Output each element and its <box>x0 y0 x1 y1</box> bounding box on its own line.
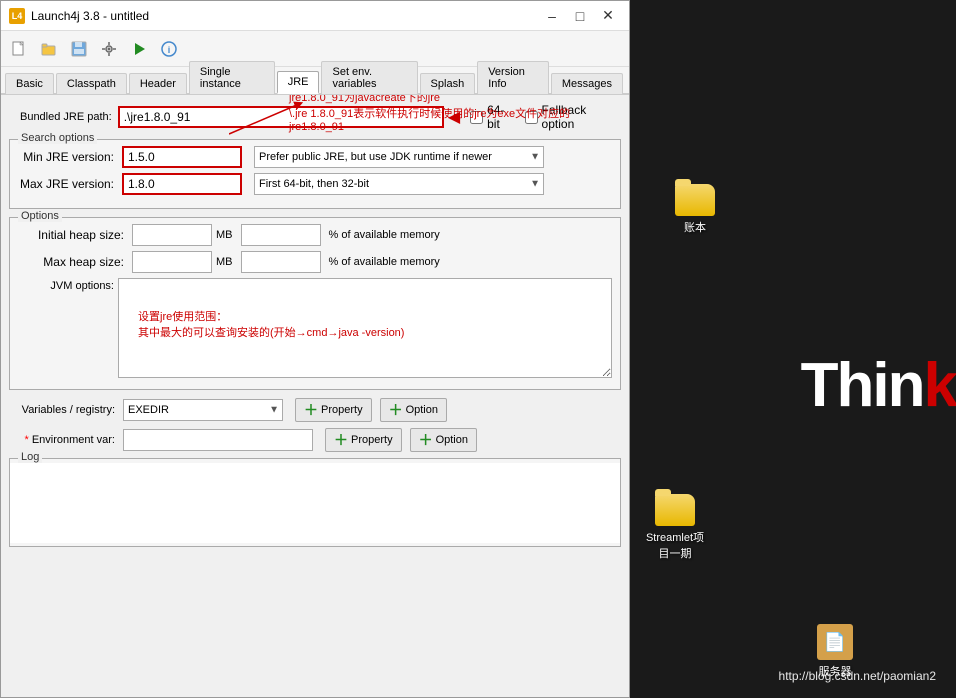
jvm-options-textarea[interactable] <box>118 278 612 378</box>
required-star: * <box>25 434 29 446</box>
close-button[interactable]: ✕ <box>595 5 621 27</box>
initial-heap-row: Initial heap size: MB % of available mem… <box>18 224 612 246</box>
option-button-2[interactable]: ＋ Option <box>410 428 477 452</box>
save-icon <box>71 41 87 57</box>
tab-header[interactable]: Header <box>129 73 187 94</box>
initial-heap-input[interactable] <box>132 224 212 246</box>
variables-registry-label: Variables / registry: <box>9 404 119 416</box>
max-jre-label: Max JRE version: <box>18 177 118 191</box>
search-options-label: Search options <box>18 132 97 144</box>
thinkpad-watermark: Think <box>801 350 956 421</box>
option-button-1[interactable]: ＋ Option <box>380 398 447 422</box>
variables-select[interactable]: EXEDIR EXEFILE EXEDIR_JRE EXEFILE_JRE <box>123 399 283 421</box>
property-btn-label-2: Property <box>351 434 393 446</box>
max-mb-label: MB <box>216 256 233 268</box>
bit-order-select[interactable]: First 64-bit, then 32-bit First 32-bit, … <box>254 173 544 195</box>
tab-basic[interactable]: Basic <box>5 73 54 94</box>
tab-splash[interactable]: Splash <box>420 73 476 94</box>
main-window: L4 Launch4j 3.8 - untitled ‒ □ ✕ <box>0 0 630 698</box>
info-button[interactable]: i <box>155 35 183 63</box>
max-pct-label: % of available memory <box>329 256 440 268</box>
info-icon: i <box>161 41 177 57</box>
options-section-label: Options <box>18 210 62 222</box>
plus-icon-option-1: ＋ <box>389 400 403 420</box>
tab-bar: Basic Classpath Header Single instance J… <box>1 67 629 95</box>
new-icon <box>11 41 27 57</box>
jvm-options-row: JVM options: 设置jre使用范围： 其中最大的可以查询安装的(开始→… <box>18 278 612 381</box>
window-controls: ‒ □ ✕ <box>539 5 621 27</box>
desktop-icon-accounts[interactable]: 账本 <box>660 180 730 239</box>
desktop-icon-accounts-label: 账本 <box>684 219 706 235</box>
folder-icon <box>675 184 715 216</box>
jvm-options-label: JVM options: <box>18 278 118 292</box>
save-button[interactable] <box>65 35 93 63</box>
annotation-note1: jre1.8.0_91为javacreate下的jre \.jre 1.8.0_… <box>289 95 609 133</box>
plus-icon-property-1: ＋ <box>304 400 318 420</box>
run-icon <box>131 41 147 57</box>
min-jre-label: Min JRE version: <box>18 150 118 164</box>
log-textarea[interactable] <box>10 463 620 543</box>
tab-jre[interactable]: JRE <box>277 71 320 94</box>
property-button-2[interactable]: ＋ Property <box>325 428 402 452</box>
env-var-label: Environment var: <box>32 434 115 446</box>
open-icon <box>41 41 57 57</box>
env-var-input[interactable] <box>123 429 313 451</box>
run-button[interactable] <box>125 35 153 63</box>
initial-heap-label: Initial heap size: <box>18 228 128 242</box>
desktop-icon-streamlet-label: Streamlet项目一期 <box>646 529 704 561</box>
settings-button[interactable] <box>95 35 123 63</box>
tab-single-instance[interactable]: Single instance <box>189 61 275 94</box>
max-heap-label: Max heap size: <box>18 255 128 269</box>
log-section: Log <box>9 458 621 547</box>
maximize-button[interactable]: □ <box>567 5 593 27</box>
bit-order-select-wrapper: First 64-bit, then 32-bit First 32-bit, … <box>254 173 612 195</box>
property-btn-label-1: Property <box>321 404 363 416</box>
plus-icon-option-2: ＋ <box>419 430 433 450</box>
open-button[interactable] <box>35 35 63 63</box>
minimize-button[interactable]: ‒ <box>539 5 565 27</box>
initial-pct-input[interactable] <box>241 224 321 246</box>
app-icon: L4 <box>9 8 25 24</box>
option-btn-label-1: Option <box>406 404 438 416</box>
variables-select-wrapper: EXEDIR EXEFILE EXEDIR_JRE EXEFILE_JRE ▼ <box>123 399 283 421</box>
folder-icon-2 <box>655 494 695 526</box>
svg-text:i: i <box>168 45 171 55</box>
settings-icon <box>101 41 117 57</box>
options-section: Options Initial heap size: MB % of avail… <box>9 217 621 390</box>
initial-pct-label: % of available memory <box>329 229 440 241</box>
variables-registry-row: Variables / registry: EXEDIR EXEFILE EXE… <box>9 398 621 422</box>
max-jre-row: Max JRE version: First 64-bit, then 32-b… <box>18 173 612 195</box>
max-heap-input[interactable] <box>132 251 212 273</box>
max-jre-input[interactable] <box>122 173 242 195</box>
option-btn-label-2: Option <box>436 434 468 446</box>
desktop-icon-streamlet[interactable]: Streamlet项目一期 <box>640 490 710 565</box>
prefer-select-wrapper: Prefer public JRE, but use JDK runtime i… <box>254 146 612 168</box>
title-bar: L4 Launch4j 3.8 - untitled ‒ □ ✕ <box>1 1 629 31</box>
tab-messages[interactable]: Messages <box>551 73 623 94</box>
new-button[interactable] <box>5 35 33 63</box>
max-pct-input[interactable] <box>241 251 321 273</box>
prefer-select-container: Prefer public JRE, but use JDK runtime i… <box>254 146 544 168</box>
jvm-options-container: 设置jre使用范围： 其中最大的可以查询安装的(开始→cmd→java -ver… <box>118 278 612 381</box>
tab-version-info[interactable]: Version Info <box>477 61 549 94</box>
prefer-select[interactable]: Prefer public JRE, but use JDK runtime i… <box>254 146 544 168</box>
initial-mb-label: MB <box>216 229 233 241</box>
plus-icon-property-2: ＋ <box>334 430 348 450</box>
min-jre-input[interactable] <box>122 146 242 168</box>
tab-classpath[interactable]: Classpath <box>56 73 127 94</box>
max-heap-row: Max heap size: MB % of available memory <box>18 251 612 273</box>
tab-set-env[interactable]: Set env. variables <box>321 61 417 94</box>
bit-order-select-container: First 64-bit, then 32-bit First 32-bit, … <box>254 173 544 195</box>
env-var-label-container: * Environment var: <box>9 434 119 446</box>
jre-content: Bundled JRE path: ◀ 64-bit Fallback opti… <box>1 95 629 697</box>
property-button-1[interactable]: ＋ Property <box>295 398 372 422</box>
min-jre-row: Min JRE version: Prefer public JRE, but … <box>18 146 612 168</box>
window-title: Launch4j 3.8 - untitled <box>31 9 539 23</box>
url-watermark: http://blog.csdn.net/paomian2 <box>779 669 936 683</box>
log-label: Log <box>18 451 42 463</box>
bundled-jre-label: Bundled JRE path: <box>9 111 118 123</box>
env-var-row: * Environment var: ＋ Property ＋ Option <box>9 428 621 452</box>
search-options-section: Search options Min JRE version: Prefer p… <box>9 139 621 209</box>
